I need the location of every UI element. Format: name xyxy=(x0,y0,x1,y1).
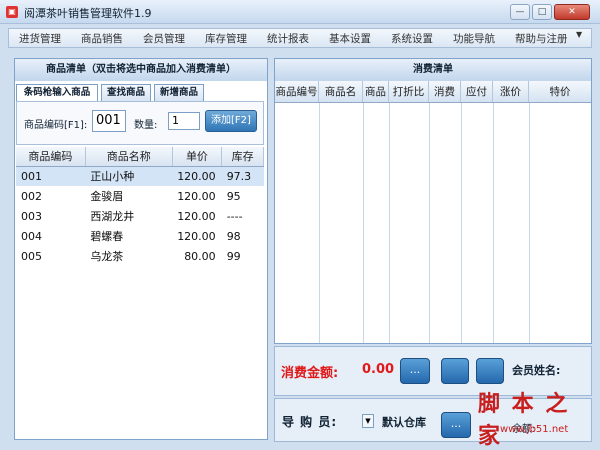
menu-basic-settings[interactable]: 基本设置 xyxy=(319,31,381,46)
sales-guide-select[interactable]: 默认仓库 xyxy=(382,414,426,430)
column-header-discount[interactable]: 打折比 xyxy=(389,81,429,102)
chevron-down-icon[interactable]: ▼ xyxy=(576,30,582,39)
sales-guide-label: 导 购 员: xyxy=(282,415,338,429)
cell-price: 120.00 xyxy=(177,229,216,243)
tab-new-product[interactable]: 新增商品 xyxy=(154,84,204,102)
column-divider xyxy=(493,103,494,343)
watermark-url: www.jb51.net xyxy=(500,424,569,435)
close-icon[interactable]: ✕ xyxy=(554,4,590,20)
cell-name: 正山小种 xyxy=(85,166,173,186)
quantity-label: 数量: xyxy=(134,120,158,131)
column-divider xyxy=(363,103,364,343)
consumption-list-header: 消费清单 xyxy=(275,59,591,81)
table-row[interactable]: 002 金骏眉 120.00 95 xyxy=(16,186,264,206)
add-button[interactable]: 添加[F2] xyxy=(205,110,257,132)
consumption-table-header: 商品编号 商品名 商品 打折比 消费 应付 涨价 特价 xyxy=(275,81,591,103)
cell-stock: 99 xyxy=(226,249,241,263)
cell-price: 120.00 xyxy=(177,209,216,223)
table-row[interactable]: 004 碧螺春 120.00 98 xyxy=(16,226,264,246)
column-header-markup[interactable]: 涨价 xyxy=(493,81,529,102)
cell-code: 003 xyxy=(21,209,42,223)
column-header-special[interactable]: 特价 xyxy=(529,81,591,102)
product-table: 商品编码 商品名称 单价 库存 001 正山小种 120.00 97.3 002… xyxy=(16,147,264,266)
column-divider xyxy=(389,103,390,343)
quantity-input[interactable]: 1 xyxy=(168,112,200,130)
menu-bar: 进货管理 商品销售 会员管理 库存管理 统计报表 基本设置 系统设置 功能导航 … xyxy=(8,28,592,48)
column-header-price[interactable]: 单价 xyxy=(172,147,223,167)
cell-stock: 95 xyxy=(226,189,241,203)
maximize-icon[interactable]: □ xyxy=(532,4,552,20)
table-row[interactable]: 005 乌龙茶 80.00 99 xyxy=(16,246,264,266)
code-label: 商品编码[F1]: xyxy=(24,120,88,131)
tab-barcode-input[interactable]: 条码枪输入商品 xyxy=(16,84,98,102)
checkout-button[interactable]: ... xyxy=(400,358,430,384)
menu-navigation[interactable]: 功能导航 xyxy=(443,31,505,46)
watermark-text: 脚 本 之 家 xyxy=(478,392,570,449)
menu-inventory[interactable]: 库存管理 xyxy=(195,31,257,46)
amount-label: 消费金额: xyxy=(281,366,339,381)
column-header-item-name[interactable]: 商品名 xyxy=(319,81,363,102)
menu-sales[interactable]: 商品销售 xyxy=(71,31,133,46)
cell-stock: 97.3 xyxy=(221,166,264,186)
cell-code: 001 xyxy=(16,166,86,186)
menu-help[interactable]: 帮助与注册 xyxy=(505,31,578,46)
action-button[interactable] xyxy=(476,358,504,384)
chevron-down-icon[interactable]: ▼ xyxy=(362,414,374,428)
product-list-header: 商品清单（双击将选中商品加入消费清单） xyxy=(15,59,267,81)
cell-price: 120.00 xyxy=(172,166,222,186)
app-icon: ▣ xyxy=(6,6,18,18)
cell-name: 金骏眉 xyxy=(90,190,124,203)
table-row[interactable]: 001 正山小种 120.00 97.3 xyxy=(16,166,264,186)
cell-name: 西湖龙井 xyxy=(90,210,135,223)
cell-price: 120.00 xyxy=(177,189,216,203)
column-header-code[interactable]: 商品编码 xyxy=(16,147,86,167)
column-header-payable[interactable]: 应付 xyxy=(461,81,493,102)
menu-purchase[interactable]: 进货管理 xyxy=(9,31,71,46)
column-header-stock[interactable]: 库存 xyxy=(221,147,264,167)
column-divider xyxy=(461,103,462,343)
column-header-name[interactable]: 商品名称 xyxy=(85,147,173,167)
tab-find-product[interactable]: 查找商品 xyxy=(101,84,151,102)
member-name-label: 会员姓名: xyxy=(512,364,561,377)
cell-code: 002 xyxy=(21,189,42,203)
menu-members[interactable]: 会员管理 xyxy=(133,31,195,46)
menu-system-settings[interactable]: 系统设置 xyxy=(381,31,443,46)
cell-name: 碧螺春 xyxy=(90,230,124,243)
column-divider xyxy=(529,103,530,343)
menu-reports[interactable]: 统计报表 xyxy=(257,31,319,46)
cell-stock: ---- xyxy=(226,209,243,223)
column-header-consume[interactable]: 消费 xyxy=(429,81,461,102)
cell-code: 004 xyxy=(21,229,42,243)
cell-price: 80.00 xyxy=(184,249,216,263)
minimize-icon[interactable]: — xyxy=(510,4,530,20)
cell-name: 乌龙茶 xyxy=(90,250,124,263)
action-button[interactable] xyxy=(441,358,469,384)
column-header-item-no[interactable]: 商品编号 xyxy=(275,81,319,102)
column-header-item[interactable]: 商品 xyxy=(363,81,389,102)
cell-stock: 98 xyxy=(226,229,241,243)
column-divider xyxy=(429,103,430,343)
window-title: 阅潭茶叶销售管理软件1.9 xyxy=(24,7,152,20)
column-divider xyxy=(319,103,320,343)
product-code-input[interactable]: 001 xyxy=(92,110,126,132)
table-row[interactable]: 003 西湖龙井 120.00 ---- xyxy=(16,206,264,226)
amount-value: 0.00 xyxy=(362,362,395,377)
select-staff-button[interactable]: ... xyxy=(441,412,471,438)
cell-code: 005 xyxy=(21,249,42,263)
